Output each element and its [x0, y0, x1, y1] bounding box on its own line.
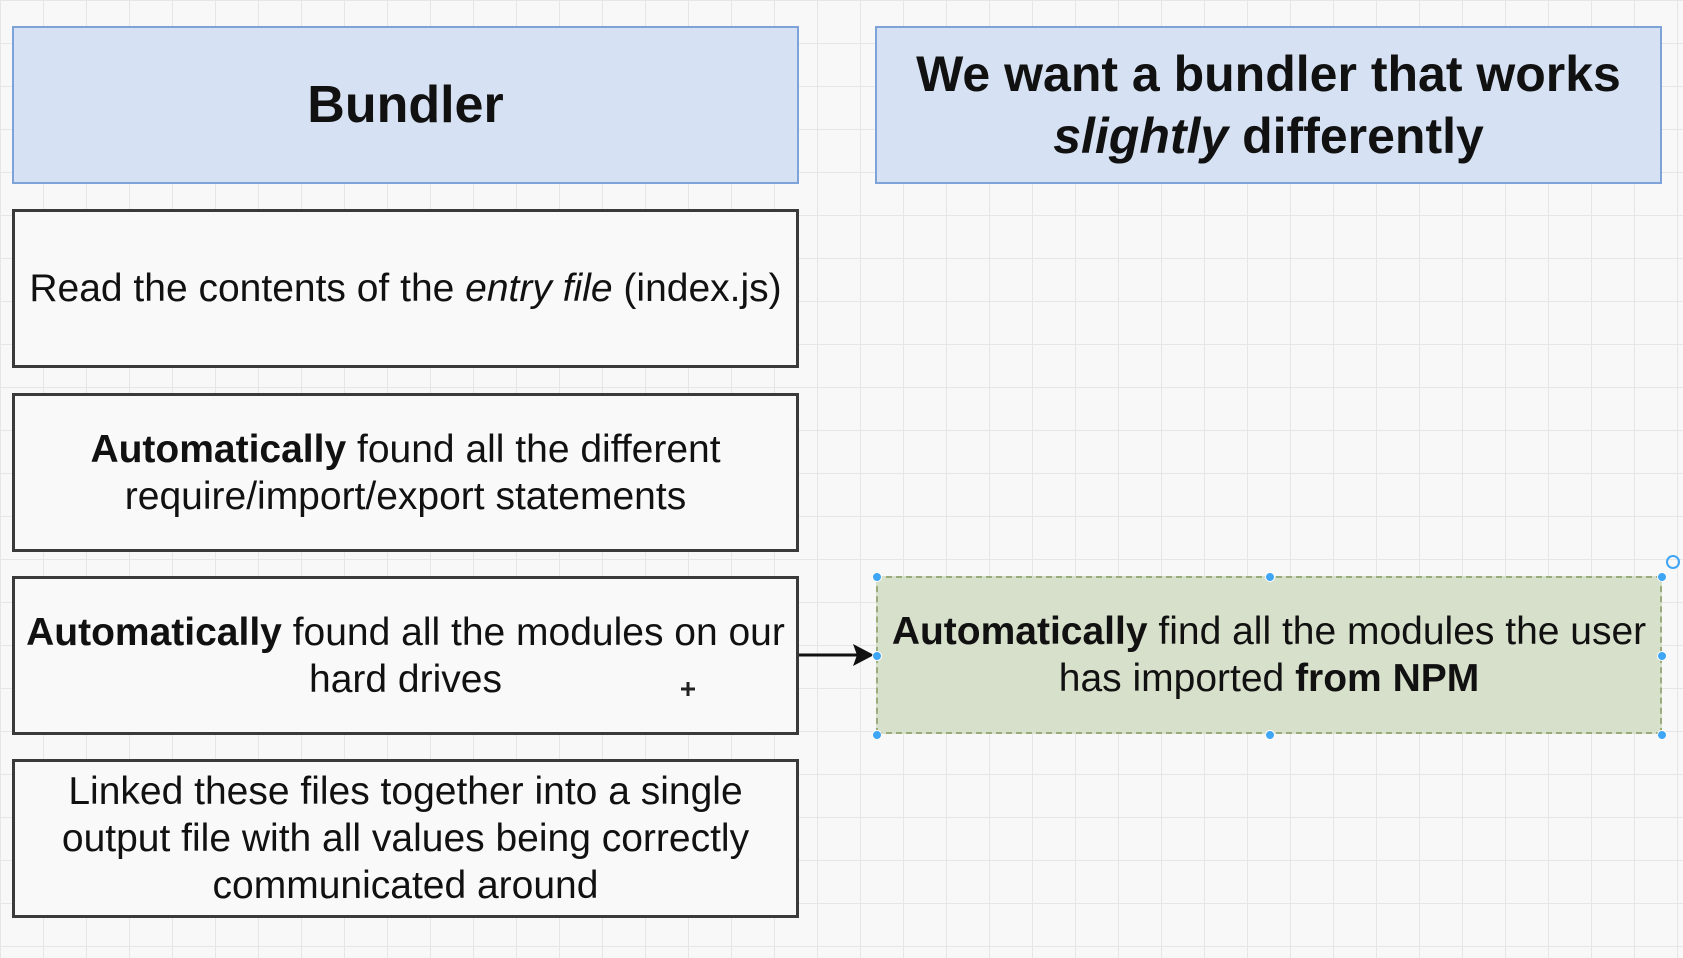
selection-handle-top-right[interactable]	[1657, 572, 1667, 582]
rotate-handle-icon[interactable]	[1666, 555, 1680, 569]
connector-overlay	[681, 555, 1680, 696]
selection-handle-top-middle[interactable]	[1265, 572, 1275, 582]
selection-handle-top-left[interactable]	[872, 572, 882, 582]
plus-cursor-icon	[681, 682, 695, 696]
selection-handle-bottom-middle[interactable]	[1265, 730, 1275, 740]
selection-handle-bottom-left[interactable]	[872, 730, 882, 740]
selection-handle-middle-right[interactable]	[1657, 651, 1667, 661]
selection-handle-middle-left[interactable]	[872, 651, 882, 661]
selection-handle-bottom-right[interactable]	[1657, 730, 1667, 740]
